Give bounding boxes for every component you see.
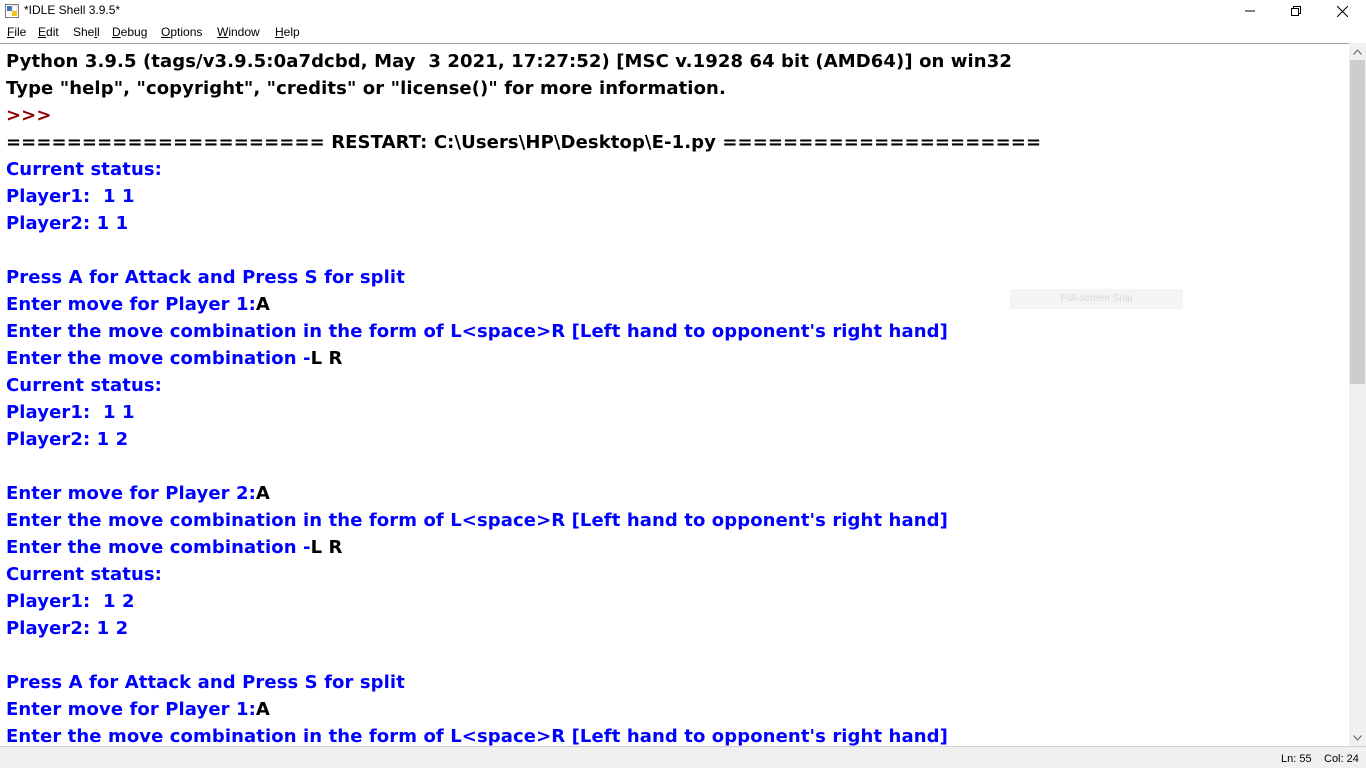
shell-line: Player1: 1 1 <box>6 399 135 426</box>
scroll-up-button[interactable] <box>1349 43 1366 60</box>
scroll-down-button[interactable] <box>1349 729 1366 746</box>
user-input-text: L R <box>310 348 343 369</box>
shell-line-text: Current status: <box>6 159 162 180</box>
shell-line: Enter move for Player 2:A <box>6 480 270 507</box>
shell-line: Type "help", "copyright", "credits" or "… <box>6 75 726 102</box>
minimize-button[interactable] <box>1227 0 1273 22</box>
shell-line: Press A for Attack and Press S for split <box>6 264 405 291</box>
menu-help[interactable]: Help <box>275 25 300 39</box>
window-title: *IDLE Shell 3.9.5* <box>24 3 121 17</box>
user-input-text: L R <box>310 537 343 558</box>
shell-line-text: Python 3.9.5 (tags/v3.9.5:0a7dcbd, May 3… <box>6 51 1012 72</box>
shell-line: Enter the move combination -L R <box>6 345 343 372</box>
shell-line: Enter the move combination -L R <box>6 534 343 561</box>
shell-line: Press A for Attack and Press S for split <box>6 669 405 696</box>
status-bar: Ln: 55 Col: 24 <box>0 746 1366 768</box>
menu-window[interactable]: Window <box>217 25 260 39</box>
shell-line: Enter the move combination in the form o… <box>6 507 948 534</box>
menu-options[interactable]: Options <box>161 25 202 39</box>
shell-text-area[interactable]: Full-screen Snip Python 3.9.5 (tags/v3.9… <box>0 43 1349 747</box>
shell-line-text: Enter the move combination - <box>6 537 311 558</box>
menu-bar: File Edit Shell Debug Options Window Hel… <box>0 22 1366 43</box>
shell-line: ===================== RESTART: C:\Users\… <box>6 129 1041 156</box>
menu-file[interactable]: File <box>7 25 26 39</box>
chevron-down-icon <box>1353 734 1362 741</box>
shell-line: Enter move for Player 1:A <box>6 291 270 318</box>
title-bar[interactable]: *IDLE Shell 3.9.5* <box>0 0 1366 22</box>
shell-line: Player1: 1 1 <box>6 183 135 210</box>
shell-line: Enter the move combination in the form o… <box>6 318 948 345</box>
shell-line-text: Press A for Attack and Press S for split <box>6 267 405 288</box>
shell-line-text: Player2: 1 1 <box>6 213 129 234</box>
idle-shell-window: *IDLE Shell 3.9.5* File Edit Shell Debug… <box>0 0 1366 768</box>
snip-tooltip: Full-screen Snip <box>1010 289 1183 309</box>
scroll-thumb[interactable] <box>1350 60 1365 384</box>
shell-line: Player1: 1 2 <box>6 588 135 615</box>
shell-line-text: Enter move for Player 2: <box>6 483 256 504</box>
shell-line: Current status: <box>6 561 162 588</box>
shell-line: Player2: 1 2 <box>6 615 128 642</box>
user-input-text: A <box>255 294 270 315</box>
shell-line: Enter the move combination in the form o… <box>6 723 948 747</box>
shell-line: Enter move for Player 1:A <box>6 696 270 723</box>
menu-shell[interactable]: Shell <box>73 25 100 39</box>
shell-line: Current status: <box>6 372 162 399</box>
shell-line-text: Player2: 1 2 <box>6 618 129 639</box>
shell-line-text: Player1: 1 2 <box>6 591 135 612</box>
shell-line: Player2: 1 1 <box>6 210 128 237</box>
user-input-text: A <box>255 699 270 720</box>
shell-line-text: Enter the move combination in the form o… <box>6 726 948 747</box>
shell-line-text: >>> <box>6 105 58 126</box>
shell-line-text: Enter the move combination in the form o… <box>6 510 948 531</box>
shell-line: Python 3.9.5 (tags/v3.9.5:0a7dcbd, May 3… <box>6 48 1012 75</box>
chevron-up-icon <box>1353 48 1362 55</box>
shell-line: Current status: <box>6 156 162 183</box>
shell-line: >>> <box>6 102 58 129</box>
vertical-scrollbar[interactable] <box>1349 43 1366 746</box>
shell-line-text: Current status: <box>6 564 162 585</box>
restore-button[interactable] <box>1273 0 1319 22</box>
shell-line-text: Enter move for Player 1: <box>6 699 256 720</box>
shell-line: Player2: 1 2 <box>6 426 128 453</box>
shell-line-text: Player1: 1 1 <box>6 402 135 423</box>
shell-line-text: Player1: 1 1 <box>6 186 135 207</box>
close-button[interactable] <box>1319 0 1365 22</box>
line-number-indicator: Ln: 55 <box>1281 753 1312 765</box>
shell-line-text: Enter the move combination in the form o… <box>6 321 948 342</box>
shell-line-text: Enter move for Player 1: <box>6 294 256 315</box>
shell-line-text: Current status: <box>6 375 162 396</box>
menu-debug[interactable]: Debug <box>112 25 147 39</box>
shell-line-text: ===================== RESTART: C:\Users\… <box>6 132 1042 153</box>
user-input-text: A <box>255 483 270 504</box>
shell-line-text: Press A for Attack and Press S for split <box>6 672 405 693</box>
menu-edit[interactable]: Edit <box>38 25 59 39</box>
column-number-indicator: Col: 24 <box>1324 753 1359 765</box>
close-icon <box>1336 5 1348 17</box>
minimize-icon <box>1245 10 1255 12</box>
shell-line-text: Type "help", "copyright", "credits" or "… <box>6 78 726 99</box>
shell-line-text: Enter the move combination - <box>6 348 311 369</box>
python-idle-icon <box>5 4 19 18</box>
restore-icon <box>1291 6 1301 16</box>
shell-line-text: Player2: 1 2 <box>6 429 129 450</box>
